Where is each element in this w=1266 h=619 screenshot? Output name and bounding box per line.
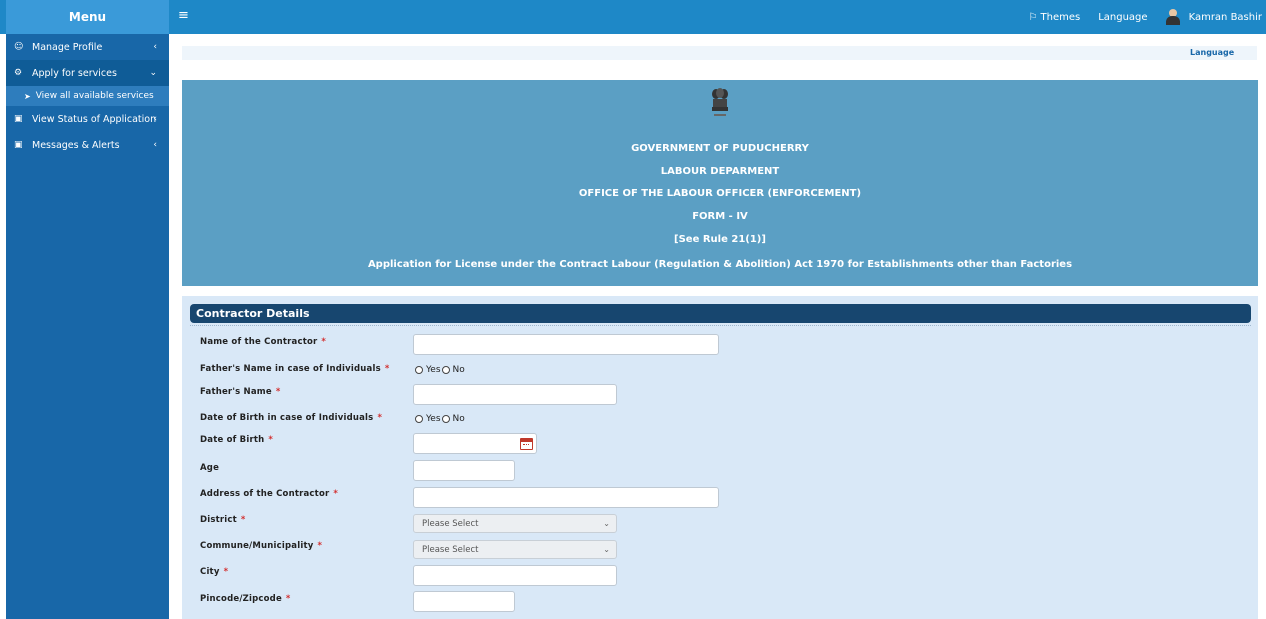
language-strip (182, 46, 1257, 60)
sidebar: ☺ Manage Profile ‹ ⚙ Apply for services … (6, 34, 169, 619)
top-right-nav: ⚐ Themes Language Kamran Bashir (1029, 0, 1266, 34)
radio-no-father[interactable] (441, 366, 450, 374)
divider (190, 325, 1251, 326)
cogs-icon: ⚙ (14, 68, 23, 78)
father-name-radio-group: Yes No (415, 365, 465, 375)
section-header-contractor: Contractor Details (190, 304, 1251, 323)
radio-yes-father[interactable] (415, 366, 423, 374)
label-address: Address of the Contractor * (200, 489, 339, 499)
sidebar-item-apply-services[interactable]: ⚙ Apply for services ⌄ (6, 60, 169, 86)
hamburger-icon[interactable]: ≡ (178, 9, 189, 23)
label-commune: Commune/Municipality * (200, 541, 323, 551)
pincode-input[interactable] (413, 591, 515, 612)
dob-radio-group: Yes No (415, 414, 465, 424)
age-input[interactable] (413, 460, 515, 481)
label-dob-toggle: Date of Birth in case of Individuals * (200, 413, 383, 423)
contractor-name-input[interactable] (413, 334, 719, 355)
circle-arrow-icon: ➤ (24, 91, 31, 101)
city-input[interactable] (413, 565, 617, 586)
banner-department: LABOUR DEPARMENT (660, 166, 780, 177)
label-father-name: Father's Name * (200, 387, 281, 397)
label-pincode: Pincode/Zipcode * (200, 594, 291, 604)
address-input[interactable] (413, 487, 719, 508)
label-dob: Date of Birth * (200, 435, 274, 445)
banner-rule: [See Rule 21(1)] (674, 234, 766, 245)
menu-header: Menu (6, 0, 169, 34)
chevron-down-icon: ⌄ (603, 545, 610, 554)
emblem-logo (712, 88, 728, 116)
label-district: District * (200, 515, 246, 525)
district-select[interactable]: Please Select ⌄ (413, 514, 617, 533)
sidebar-item-messages[interactable]: ▣ Messages & Alerts ‹ (6, 132, 169, 158)
language-link[interactable]: Language (1098, 12, 1147, 23)
sidebar-item-manage-profile[interactable]: ☺ Manage Profile ‹ (6, 34, 169, 60)
commune-select[interactable]: Please Select ⌄ (413, 540, 617, 559)
language-link-content[interactable]: Language (1190, 48, 1234, 57)
father-name-input[interactable] (413, 384, 617, 405)
label-age: Age (200, 463, 220, 473)
window-icon: ▣ (14, 114, 23, 124)
users-icon: ☺ (14, 42, 24, 52)
label-contractor-name: Name of the Contractor * (200, 337, 327, 347)
banner-description: Application for License under the Contra… (367, 259, 1073, 270)
banner-gov-title: GOVERNMENT OF PUDUCHERRY (631, 143, 809, 154)
chevron-left-icon: ‹ (153, 140, 157, 150)
chevron-left-icon: ‹ (153, 42, 157, 52)
label-father-name-toggle: Father's Name in case of Individuals * (200, 364, 390, 374)
flag-icon: ⚐ (1028, 11, 1038, 23)
calendar-icon[interactable] (520, 438, 533, 450)
chevron-left-icon: ‹ (153, 114, 157, 124)
chevron-down-icon: ⌄ (603, 519, 610, 528)
avatar (1165, 9, 1180, 25)
radio-yes-dob[interactable] (415, 415, 423, 423)
themes-link[interactable]: ⚐ Themes (1029, 12, 1081, 23)
banner-office: OFFICE OF THE LABOUR OFFICER (ENFORCEMEN… (578, 188, 862, 199)
form-panel (182, 296, 1258, 619)
radio-no-dob[interactable] (441, 415, 450, 423)
dob-input[interactable] (413, 433, 537, 454)
sidebar-item-view-status[interactable]: ▣ View Status of Application ‹ (6, 106, 169, 132)
window-icon: ▣ (14, 140, 23, 150)
form-banner: GOVERNMENT OF PUDUCHERRY LABOUR DEPARMEN… (182, 80, 1258, 286)
label-city: City * (200, 567, 229, 577)
user-name: Kamran Bashir (1188, 11, 1262, 23)
user-menu[interactable]: Kamran Bashir (1165, 9, 1262, 25)
banner-form-number: FORM - IV (692, 211, 748, 222)
sidebar-subitem-view-services[interactable]: ➤ View all available services (6, 86, 169, 106)
chevron-down-icon: ⌄ (149, 68, 157, 78)
